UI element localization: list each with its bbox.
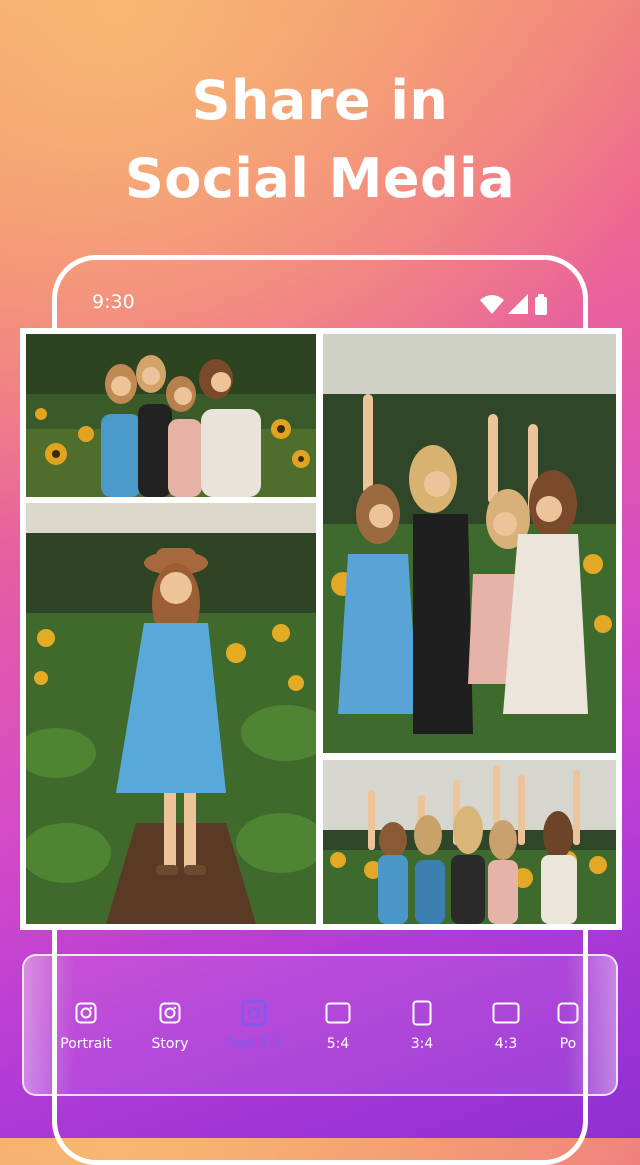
instagram-icon [557, 1002, 579, 1024]
ratio-landscape-icon [325, 1002, 351, 1024]
group-photo-sunflowers[interactable] [26, 334, 316, 497]
format-story[interactable]: Story [128, 996, 212, 1052]
status-time: 9:30 [92, 291, 135, 313]
signal-icon [508, 294, 528, 314]
format-toolbar: Portrait Story Post 1:1 5:4 3:4 4:3 Po [22, 954, 618, 1096]
wifi-icon [480, 295, 504, 314]
photo-collage [20, 328, 622, 930]
battery-icon [535, 294, 547, 315]
format-portrait[interactable]: Portrait [44, 996, 128, 1052]
format-4-3[interactable]: 4:3 [464, 996, 548, 1052]
format-post-partial[interactable]: Po [548, 996, 588, 1052]
format-label: Post 1:1 [225, 1036, 283, 1052]
headline-line-2: Social Media [124, 147, 516, 210]
status-icons [478, 292, 552, 318]
format-label: 5:4 [326, 1036, 350, 1052]
instagram-icon [159, 1002, 181, 1024]
ratio-portrait-icon [412, 1000, 432, 1026]
format-label: Po [559, 1036, 577, 1052]
group-arms-raised-photo[interactable] [323, 760, 616, 924]
girl-in-hat-photo[interactable] [26, 503, 316, 924]
group-peace-sign-photo[interactable] [323, 334, 616, 753]
headline-line-1: Share in [191, 69, 449, 132]
format-label: Portrait [60, 1036, 112, 1052]
format-post-1-1[interactable]: Post 1:1 [212, 996, 296, 1052]
ratio-landscape-icon [492, 1002, 520, 1024]
format-5-4[interactable]: 5:4 [296, 996, 380, 1052]
format-3-4[interactable]: 3:4 [380, 996, 464, 1052]
instagram-icon [75, 1002, 97, 1024]
format-label: 3:4 [410, 1036, 434, 1052]
format-label: Story [151, 1036, 189, 1052]
instagram-icon [241, 1000, 267, 1026]
headline: Share in Social Media [0, 62, 640, 218]
format-label: 4:3 [494, 1036, 518, 1052]
